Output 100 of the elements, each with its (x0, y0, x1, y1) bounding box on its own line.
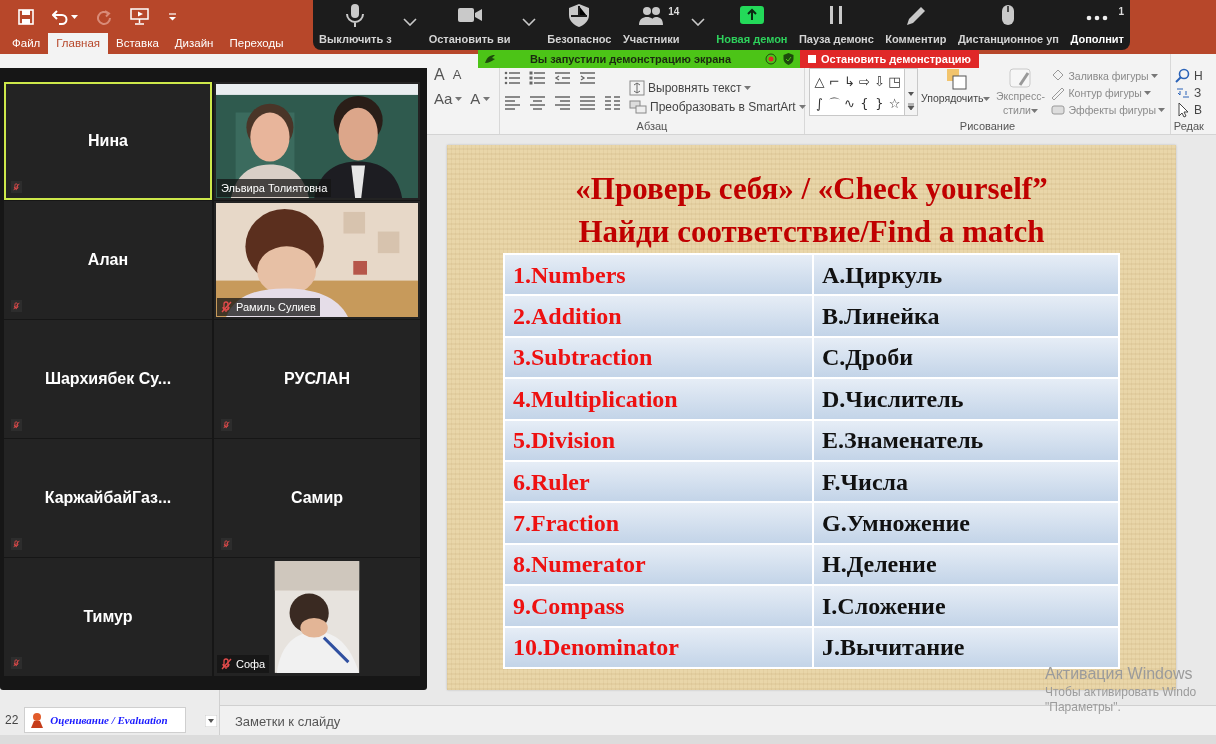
align-center-icon[interactable] (529, 94, 546, 111)
table-cell: I.Сложение (813, 585, 1119, 627)
caret-icon (744, 86, 752, 90)
shape-option[interactable]: ⌒ (827, 93, 842, 115)
participant-tile[interactable]: Тимур (4, 558, 212, 676)
shape-option[interactable]: ◳ (887, 71, 902, 93)
table-cell: 5.Division (504, 419, 813, 461)
customize-icon[interactable] (168, 12, 177, 21)
ribbon-tab[interactable]: Дизайн (166, 33, 222, 54)
chevron-icon[interactable] (690, 18, 705, 26)
shape-option[interactable]: ⇨ (857, 71, 872, 93)
shape-option[interactable]: ☆ (887, 93, 902, 115)
notes-placeholder[interactable]: Заметки к слайду (235, 712, 341, 732)
participant-tile[interactable]: Нина (4, 82, 212, 200)
table-cell: B.Линейка (813, 295, 1119, 337)
caret-icon (71, 14, 78, 19)
participant-name: Самир (290, 488, 344, 508)
table-cell: 8.Numerator (504, 543, 813, 586)
styles-icon (1008, 68, 1033, 88)
slideshow-icon[interactable] (130, 8, 150, 25)
participant-tile[interactable]: Шархиябек Су... (4, 320, 212, 438)
font-color-button[interactable]: A (468, 92, 493, 106)
more-icon (1086, 14, 1109, 21)
toolbar-button[interactable]: Участники 14 (620, 0, 682, 50)
shapes-gallery[interactable]: △ ⌐ ↳ ⇨ ⇩ ◳ ∫ ⌒ ∿ { } ☆ (809, 68, 905, 116)
smartart-button[interactable]: Преобразовать в SmartArt (627, 100, 808, 114)
slide-thumbnail[interactable]: Оценивание / Evaluation (24, 707, 187, 733)
columns-icon[interactable] (604, 94, 621, 111)
participant-tile[interactable]: Эльвира Толиятовна (214, 82, 420, 200)
align-right-icon[interactable] (554, 94, 571, 111)
chevron-icon[interactable] (521, 18, 536, 26)
count-label: 14 (668, 5, 680, 19)
ribbon-tab[interactable]: Переходы (221, 33, 292, 54)
participant-name: Нина (88, 131, 128, 151)
toolbar-button[interactable]: Новая демон (714, 0, 790, 50)
group-label: Редак (1173, 119, 1205, 134)
undo-icon[interactable] (52, 8, 68, 25)
numbering-icon[interactable] (529, 70, 546, 86)
participant-name: Алан (87, 250, 129, 270)
participant-tile[interactable]: Рамиль Сулиев (214, 201, 420, 319)
participant-tile[interactable]: КаржайбайГаз... (4, 439, 212, 557)
align-left-icon[interactable] (504, 94, 521, 111)
caret-icon (1158, 107, 1165, 112)
toolbar-button[interactable]: Пауза демонс (796, 0, 876, 50)
decrease-indent-icon[interactable] (554, 70, 571, 86)
ribbon-tab[interactable]: Главная (48, 33, 109, 54)
font-size-button[interactable]: A (450, 68, 464, 82)
change-case-button[interactable]: Aa (432, 92, 465, 106)
expand-gallery-icon[interactable] (907, 103, 915, 111)
toolbar-button[interactable]: Безопаснос (545, 0, 614, 50)
chevron-icon[interactable] (403, 18, 418, 26)
shape-option[interactable]: ⌐ (827, 71, 842, 93)
align-text-icon (629, 80, 645, 96)
table-cell: J.Вычитание (813, 626, 1119, 668)
editing-button[interactable]: В (1173, 101, 1205, 118)
bullets-icon[interactable] (504, 70, 521, 86)
align-text-button[interactable]: Выровнять текст (627, 80, 808, 96)
table-cell: F.Числа (813, 460, 1119, 503)
scroll-down-icon[interactable] (205, 714, 217, 727)
replace-icon (1175, 85, 1191, 101)
stop-icon (808, 55, 816, 63)
table-cell: D.Числитель (813, 378, 1119, 420)
shape-option[interactable]: ⇩ (872, 71, 887, 93)
caret-icon (1030, 109, 1038, 114)
save-icon[interactable] (18, 8, 34, 25)
caret-icon (483, 97, 491, 101)
participant-name: РУСЛАН (284, 369, 350, 389)
shape-option[interactable]: ↳ (842, 71, 857, 93)
ribbon-tab[interactable]: Файл (4, 33, 49, 54)
justify-icon[interactable] (579, 94, 596, 111)
shape-option[interactable]: △ (812, 71, 827, 93)
editing-button[interactable]: З (1173, 84, 1205, 102)
editing-button[interactable]: Н (1173, 68, 1205, 85)
ribbon-tab[interactable]: Вставка (108, 33, 167, 54)
share-status-icon (484, 54, 496, 64)
stop-share-button[interactable]: Остановить демонстрацию (800, 50, 979, 68)
table-cell: 2.Addition (504, 295, 813, 337)
toolbar-button[interactable]: Остановить ви (426, 0, 513, 50)
toolbar-button[interactable]: Комментир (883, 0, 949, 50)
scroll-down-icon[interactable] (907, 91, 915, 97)
caret-icon (455, 97, 463, 101)
participant-tile[interactable]: Софа (214, 558, 420, 676)
shape-option[interactable]: ∿ (842, 93, 857, 115)
toolbar-button[interactable]: Дистанционное уп (955, 0, 1061, 50)
shape-option[interactable]: ∫ (812, 93, 827, 115)
arrange-button[interactable]: Упорядочить (920, 68, 992, 118)
participant-tile[interactable]: РУСЛАН (214, 320, 420, 438)
shape-option[interactable]: } (872, 93, 887, 115)
shape-option[interactable]: { (857, 93, 872, 115)
increase-indent-icon[interactable] (579, 70, 596, 86)
toolbar-button[interactable]: Дополнит 1 (1068, 0, 1126, 50)
participant-tile[interactable]: Алан (4, 201, 212, 319)
participant-tile[interactable]: Самир (214, 439, 420, 557)
record-icon[interactable] (765, 53, 777, 65)
table-cell: 3.Subtraction (504, 336, 813, 379)
toolbar-button[interactable]: Выключить з (317, 0, 394, 50)
slide-title: Найди соответствие/Find a match (577, 213, 1046, 251)
font-size-button[interactable]: A (432, 68, 447, 82)
shield-check-icon[interactable] (783, 53, 794, 65)
table-cell: C.Дроби (813, 336, 1119, 379)
